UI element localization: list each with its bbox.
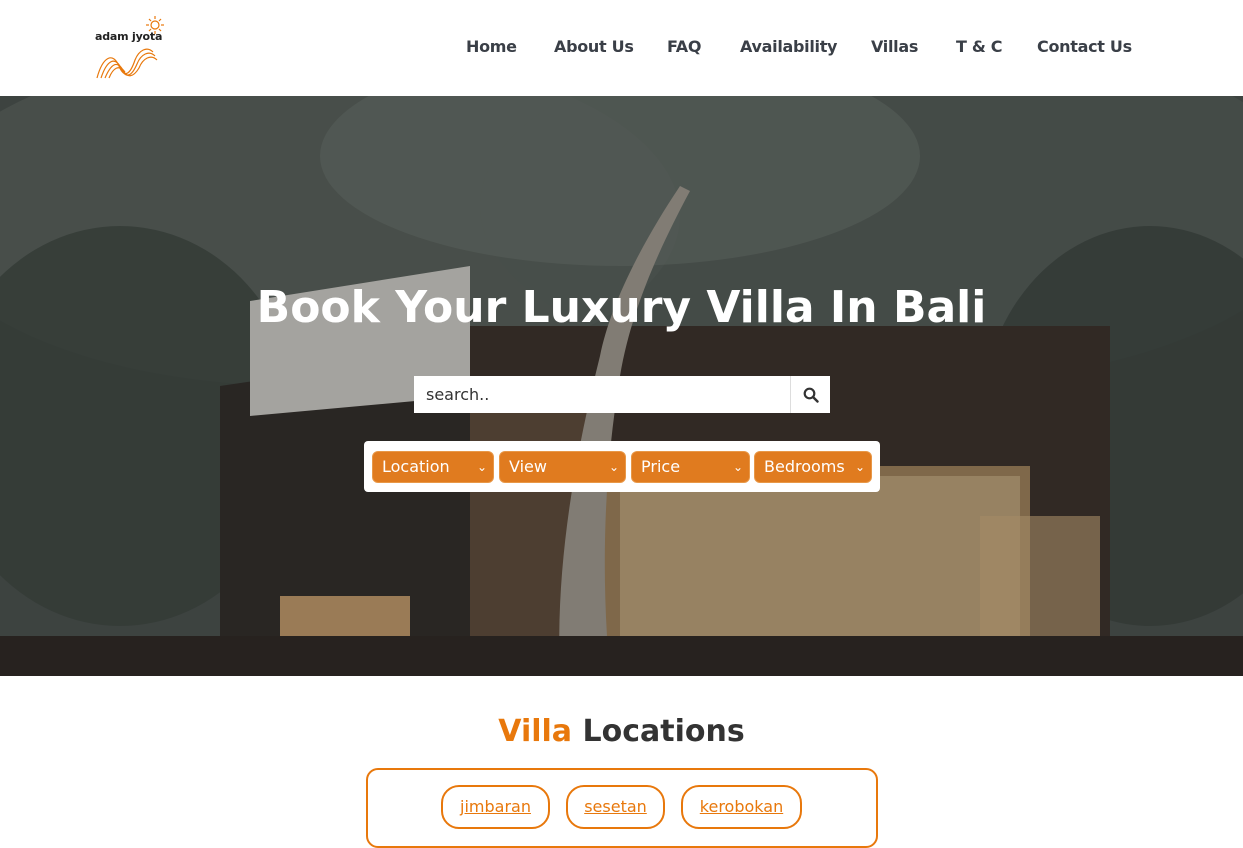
chevron-down-icon: ⌄: [854, 460, 865, 474]
logo-text: adam jyota: [95, 30, 163, 43]
location-select-label: Location: [382, 457, 450, 476]
hero-title: Book Your Luxury Villa In Bali: [256, 282, 987, 333]
chevron-down-icon: ⌄: [732, 460, 743, 474]
heading-accent: Villa: [498, 714, 573, 749]
nav-terms[interactable]: T & C: [956, 37, 1003, 56]
search-input[interactable]: [414, 376, 790, 413]
location-jimbaran-link[interactable]: jimbaran: [441, 785, 550, 829]
price-select[interactable]: Price ⌄: [631, 451, 750, 483]
filter-bar: Location ⌄ View ⌄ Price ⌄ Bedrooms ⌄: [364, 441, 880, 492]
villa-locations-heading: Villa Locations: [0, 714, 1243, 749]
view-select-label: View: [509, 457, 547, 476]
nav-home[interactable]: Home: [466, 37, 517, 56]
sun-logo-icon: [96, 16, 164, 79]
location-select[interactable]: Location ⌄: [372, 451, 494, 483]
site-header: adam jyota Home About Us FAQ Availabilit…: [0, 0, 1243, 96]
nav-contact-us[interactable]: Contact Us: [1037, 37, 1132, 56]
location-sesetan-link[interactable]: sesetan: [566, 785, 665, 829]
chevron-down-icon: ⌄: [608, 460, 619, 474]
hero-banner: Book Your Luxury Villa In Bali Location …: [0, 96, 1243, 676]
view-select[interactable]: View ⌄: [499, 451, 626, 483]
price-select-label: Price: [641, 457, 681, 476]
nav-availability[interactable]: Availability: [740, 37, 838, 56]
heading-rest: Locations: [582, 714, 745, 749]
bedrooms-select[interactable]: Bedrooms ⌄: [754, 451, 872, 483]
site-logo[interactable]: adam jyota: [95, 16, 167, 82]
nav-about-us[interactable]: About Us: [554, 37, 634, 56]
search-button[interactable]: [790, 376, 830, 413]
chevron-down-icon: ⌄: [476, 460, 487, 474]
search-icon: [803, 387, 819, 403]
bedrooms-select-label: Bedrooms: [764, 457, 845, 476]
nav-villas[interactable]: Villas: [871, 37, 918, 56]
location-kerobokan-link[interactable]: kerobokan: [681, 785, 802, 829]
nav-faq[interactable]: FAQ: [667, 37, 701, 56]
